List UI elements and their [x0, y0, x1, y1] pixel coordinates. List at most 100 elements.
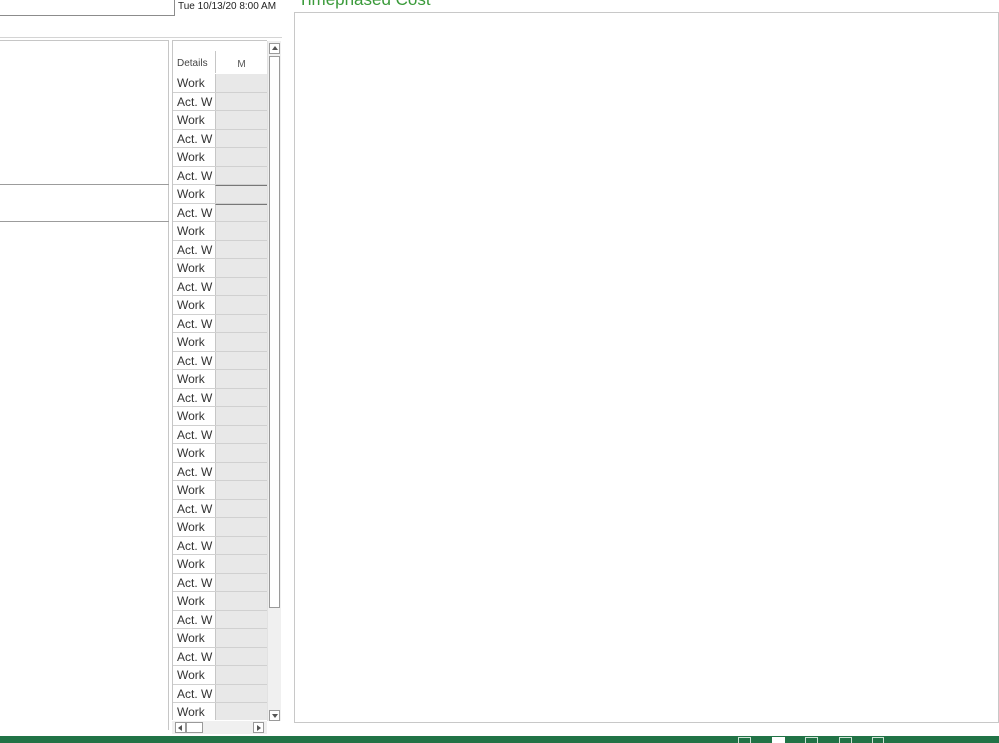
- grid-row[interactable]: Act. W: [173, 92, 267, 111]
- grid-cell[interactable]: [215, 92, 267, 110]
- grid-cell[interactable]: [215, 462, 267, 480]
- row-detail-label: Work: [173, 666, 215, 684]
- left-selected-row[interactable]: [0, 184, 169, 222]
- grid-row[interactable]: Act. W: [173, 573, 267, 592]
- grid-cell[interactable]: [215, 296, 267, 314]
- grid-cell[interactable]: [215, 370, 267, 388]
- row-detail-label: Work: [173, 148, 215, 166]
- chart-panel[interactable]: [294, 12, 999, 723]
- grid-cell[interactable]: [215, 129, 267, 147]
- grid-cell[interactable]: [215, 333, 267, 351]
- grid-row[interactable]: Act. W: [173, 647, 267, 666]
- row-detail-label: Act. W: [173, 425, 215, 443]
- grid-cell[interactable]: [215, 259, 267, 277]
- grid-row[interactable]: Act. W: [173, 351, 267, 370]
- grid-cell[interactable]: [215, 111, 267, 129]
- grid-row[interactable]: Work: [173, 333, 267, 352]
- grid-row[interactable]: Work: [173, 703, 267, 720]
- grid-row[interactable]: Act. W: [173, 277, 267, 296]
- grid-row[interactable]: Work: [173, 592, 267, 611]
- grid-cell[interactable]: [215, 388, 267, 406]
- timephased-grid[interactable]: Details M Work Act. W Work Act. W Work Act. W…: [172, 40, 267, 720]
- grid-cell[interactable]: [215, 185, 267, 203]
- grid-row[interactable]: Work: [173, 111, 267, 130]
- normal-view-icon[interactable]: [738, 737, 751, 743]
- left-pane[interactable]: [0, 40, 169, 730]
- arrow-left-icon: [178, 725, 182, 731]
- grid-cell[interactable]: [215, 240, 267, 258]
- scroll-right-button[interactable]: [253, 722, 264, 733]
- grid-cell[interactable]: [215, 536, 267, 554]
- details-column-header[interactable]: Details: [177, 58, 208, 69]
- scroll-up-button[interactable]: [269, 43, 280, 54]
- top-field[interactable]: [0, 0, 175, 16]
- grid-row[interactable]: Work: [173, 148, 267, 167]
- grid-cell[interactable]: [215, 444, 267, 462]
- vertical-scroll-thumb[interactable]: [269, 56, 280, 608]
- grid-cell[interactable]: [215, 647, 267, 665]
- grid-cell[interactable]: [215, 203, 267, 221]
- scroll-down-button[interactable]: [269, 710, 280, 721]
- grid-row[interactable]: Work: [173, 555, 267, 574]
- day-column-header[interactable]: M: [216, 59, 267, 70]
- row-detail-label: Work: [173, 74, 215, 92]
- grid-row[interactable]: Act. W: [173, 610, 267, 629]
- grid-cell[interactable]: [215, 74, 267, 92]
- page-break-view-icon[interactable]: [839, 737, 852, 743]
- row-detail-label: Act. W: [173, 573, 215, 591]
- vertical-scrollbar[interactable]: [267, 41, 281, 721]
- grid-cell[interactable]: [215, 703, 267, 720]
- grid-row[interactable]: Act. W: [173, 536, 267, 555]
- grid-row[interactable]: Work: [173, 370, 267, 389]
- grid-row[interactable]: Work: [173, 74, 267, 93]
- row-detail-label: Work: [173, 259, 215, 277]
- grid-cell[interactable]: [215, 518, 267, 536]
- grid-row[interactable]: Act. W: [173, 129, 267, 148]
- page-layout-view-icon[interactable]: [805, 737, 818, 743]
- grid-row[interactable]: Work: [173, 407, 267, 426]
- grid-cell[interactable]: [215, 592, 267, 610]
- grid-cell[interactable]: [215, 629, 267, 647]
- grid-row[interactable]: Work: [173, 259, 267, 278]
- grid-row[interactable]: Work: [173, 666, 267, 685]
- grid-cell[interactable]: [215, 684, 267, 702]
- grid-row[interactable]: Work: [173, 481, 267, 500]
- grid-cell[interactable]: [215, 351, 267, 369]
- grid-cell[interactable]: [215, 555, 267, 573]
- grid-row[interactable]: Act. W: [173, 462, 267, 481]
- grid-row[interactable]: Act. W: [173, 499, 267, 518]
- grid-cell[interactable]: [215, 573, 267, 591]
- grid-cell[interactable]: [215, 407, 267, 425]
- active-view-icon[interactable]: [772, 737, 785, 743]
- grid-cell[interactable]: [215, 222, 267, 240]
- grid-row[interactable]: Act. W: [173, 425, 267, 444]
- grid-row[interactable]: Act. W: [173, 203, 267, 222]
- grid-row[interactable]: Act. W: [173, 314, 267, 333]
- grid-row[interactable]: Act. W: [173, 166, 267, 185]
- grid-cell[interactable]: [215, 314, 267, 332]
- zoom-icon[interactable]: [872, 737, 884, 743]
- grid-row[interactable]: Act. W: [173, 240, 267, 259]
- grid-row[interactable]: Work: [173, 444, 267, 463]
- row-detail-label: Work: [173, 444, 215, 462]
- grid-row[interactable]: Act. W: [173, 388, 267, 407]
- grid-cell[interactable]: [215, 481, 267, 499]
- grid-cell[interactable]: [215, 610, 267, 628]
- top-divider: [0, 37, 282, 38]
- grid-row[interactable]: Work: [173, 518, 267, 537]
- grid-row[interactable]: Work: [173, 296, 267, 315]
- scroll-left-button[interactable]: [175, 722, 186, 733]
- grid-row[interactable]: Work: [173, 185, 267, 204]
- grid-cell[interactable]: [215, 277, 267, 295]
- grid-row[interactable]: Act. W: [173, 684, 267, 703]
- grid-cell[interactable]: [215, 166, 267, 184]
- grid-cell[interactable]: [215, 148, 267, 166]
- grid-cell[interactable]: [215, 499, 267, 517]
- grid-cell[interactable]: [215, 666, 267, 684]
- row-detail-label: Act. W: [173, 240, 215, 258]
- horizontal-scroll-thumb[interactable]: [186, 722, 203, 733]
- grid-row[interactable]: Work: [173, 629, 267, 648]
- grid-cell[interactable]: [215, 425, 267, 443]
- horizontal-scrollbar[interactable]: [172, 721, 267, 734]
- grid-row[interactable]: Work: [173, 222, 267, 241]
